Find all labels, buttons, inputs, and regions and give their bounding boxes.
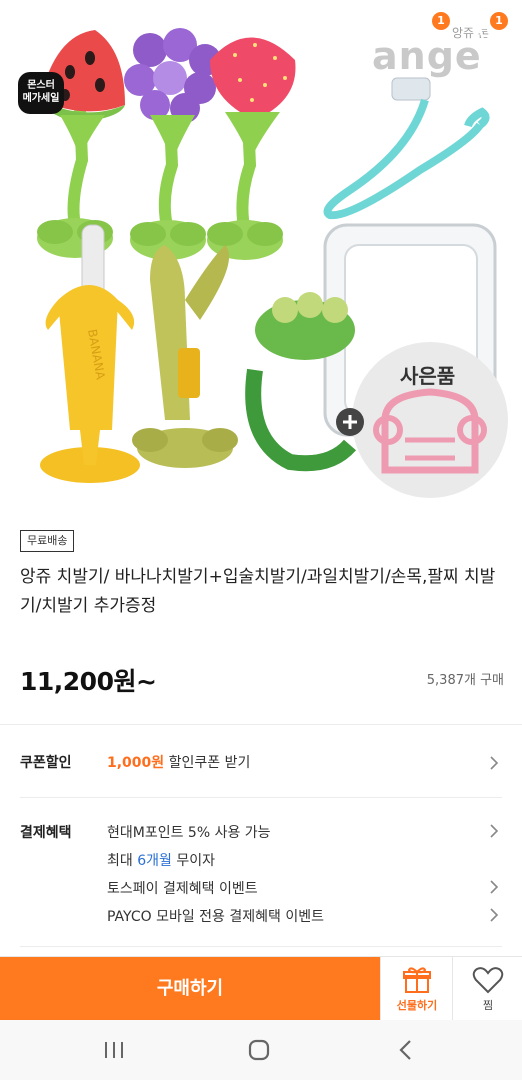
system-navigation-bar	[0, 1020, 522, 1080]
mega-sale-badge: 몬스터 메가세일	[18, 72, 64, 114]
cart-button[interactable]: 1	[470, 12, 508, 52]
lip-teether	[132, 245, 238, 468]
coupon-amount: 1,000원	[107, 755, 165, 771]
strawberry-teether	[207, 37, 296, 260]
payment-line-1: 현대M포인트 5% 사용 가능	[107, 825, 271, 841]
arrow-left-icon	[18, 21, 46, 47]
installment-suffix: 무이자	[171, 853, 215, 869]
gift-callout-label: 사은품	[400, 364, 456, 388]
chevron-right-icon	[490, 908, 499, 922]
recent-apps-icon[interactable]	[100, 1036, 130, 1064]
gift-button[interactable]: 선물하기	[380, 957, 452, 1021]
free-shipping-tag: 무료배송	[20, 530, 75, 552]
heart-icon	[472, 967, 504, 994]
coupon-label: 쿠폰할인	[20, 755, 72, 771]
gift-button-label: 선물하기	[396, 999, 438, 1012]
row-divider	[20, 797, 502, 798]
payment-benefit-label: 결제혜택	[20, 825, 72, 841]
payment-line-4: PAYCO 모바일 전용 결제혜택 이벤트	[107, 909, 324, 925]
pacifier-clip	[323, 77, 490, 220]
payment-line-2: 최대 6개월 무이자	[107, 850, 215, 870]
back-button[interactable]	[14, 14, 54, 54]
chevron-right-icon	[490, 824, 499, 838]
home-icon[interactable]	[245, 1036, 275, 1064]
product-hero-image[interactable]: BANANA 몬스터 메가세일 ange 사은품 앙쥬 론 1 1	[0, 0, 522, 510]
top-bar: 앙쥬 론 1 1	[0, 0, 522, 70]
section-divider	[0, 724, 522, 725]
back-nav-icon[interactable]	[392, 1036, 422, 1064]
payment-line-3: 토스페이 결제혜택 이벤트	[107, 881, 258, 897]
buy-button[interactable]: 구매하기	[0, 957, 380, 1021]
product-title: 앙쥬 치발기/ 바나나치발기+입술치발기/과일치발기/손목,팔찌 치발기/치발기…	[20, 567, 496, 616]
notification-badge: 1	[432, 12, 450, 30]
notification-button[interactable]: 1	[412, 12, 450, 52]
wishlist-button[interactable]: 찜	[452, 957, 522, 1021]
installment-prefix: 최대	[107, 853, 138, 869]
bottom-action-bar: 구매하기 선물하기 찜	[0, 956, 522, 1021]
banana-teether: BANANA	[40, 224, 140, 483]
coupon-text: 1,000원 할인쿠폰 받기	[107, 752, 250, 772]
wishlist-label: 찜	[482, 999, 494, 1012]
gift-box-icon	[403, 967, 431, 993]
installment-months: 6개월	[137, 853, 172, 869]
product-price: 11,200원~	[20, 667, 157, 696]
sold-count: 5,387개 구매	[426, 673, 504, 688]
product-detail-screen: BANANA 몬스터 메가세일 ange 사은품 앙쥬 론 1 1 무료배송 앙…	[0, 0, 522, 1080]
coupon-action-text: 할인쿠폰 받기	[168, 755, 251, 771]
cart-badge: 1	[490, 12, 508, 30]
chevron-right-icon	[490, 880, 499, 894]
chevron-right-icon	[490, 756, 499, 770]
row-divider	[20, 946, 502, 947]
